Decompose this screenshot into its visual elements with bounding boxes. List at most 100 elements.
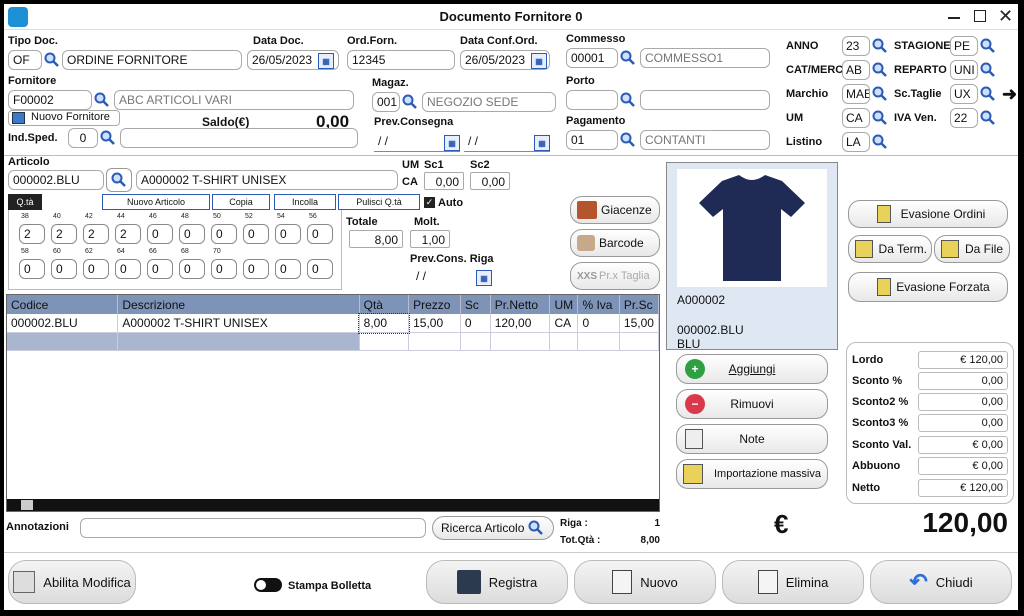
sconto2-value[interactable]: 0,00 [918, 393, 1008, 411]
table-cell[interactable] [577, 332, 620, 351]
size-qty-input[interactable]: 0 [179, 224, 205, 244]
calendar-icon[interactable]: ▦ [318, 53, 334, 69]
table-cell[interactable]: 000002.BLU [7, 314, 119, 333]
size-qty-input[interactable]: 0 [179, 259, 205, 279]
table-cell[interactable]: 15,00 [408, 314, 461, 333]
barcode-button[interactable]: Barcode [570, 229, 660, 257]
size-qty-input[interactable]: 0 [243, 259, 269, 279]
column-header[interactable]: UM [549, 295, 579, 314]
iva-ven-field[interactable]: 22 [950, 108, 978, 128]
search-icon[interactable] [870, 108, 890, 128]
column-header[interactable]: Qtà [359, 295, 410, 314]
abilita-modifica-button[interactable]: Abilita Modifica [8, 560, 136, 604]
elimina-button[interactable]: Elimina [722, 560, 864, 604]
column-header[interactable]: Codice [7, 295, 119, 314]
giacenze-button[interactable]: Giacenze [570, 196, 660, 224]
sc-taglie-field[interactable]: UX [950, 84, 978, 104]
search-icon[interactable] [618, 130, 638, 150]
search-icon[interactable] [400, 92, 420, 112]
maximize-icon[interactable] [974, 10, 986, 22]
column-header[interactable]: Prezzo [408, 295, 461, 314]
reparto-field[interactable]: UNI [950, 60, 978, 80]
table-cell[interactable]: 8,00 [358, 313, 410, 334]
arrow-left-icon[interactable]: ➜ [1002, 84, 1017, 105]
search-icon[interactable] [618, 90, 638, 110]
column-header[interactable]: Pr.Netto [490, 295, 551, 314]
ind-sped-desc[interactable] [120, 128, 358, 148]
size-qty-input[interactable]: 0 [115, 259, 141, 279]
table-cell[interactable] [7, 332, 119, 351]
search-icon[interactable] [978, 60, 998, 80]
calendar-icon[interactable]: ▦ [444, 135, 460, 151]
note-button[interactable]: Note [676, 424, 828, 454]
pagamento-desc[interactable]: CONTANTI [640, 130, 770, 150]
table-cell[interactable] [460, 332, 491, 351]
size-qty-input[interactable]: 0 [83, 259, 109, 279]
table-cell[interactable]: A000002 T-SHIRT UNISEX [117, 314, 360, 333]
auto-checkbox[interactable]: ✓ [424, 197, 435, 208]
size-qty-input[interactable]: 2 [83, 224, 109, 244]
search-icon[interactable] [870, 132, 890, 152]
porto-code[interactable] [566, 90, 618, 110]
size-qty-input[interactable]: 0 [275, 224, 301, 244]
column-header[interactable]: % Iva [577, 295, 620, 314]
evasione-ordini-button[interactable]: Evasione Ordini [848, 200, 1008, 228]
sc1-field[interactable]: 0,00 [424, 172, 464, 190]
search-icon[interactable] [978, 84, 998, 104]
search-icon[interactable] [106, 168, 132, 192]
sconto3-value[interactable]: 0,00 [918, 414, 1008, 432]
size-qty-input[interactable]: 0 [275, 259, 301, 279]
column-header[interactable]: Pr.Sc [619, 295, 659, 314]
tipo-doc-desc[interactable]: ORDINE FORNITORE [62, 50, 242, 70]
size-qty-input[interactable]: 0 [307, 224, 333, 244]
search-icon[interactable] [618, 48, 638, 68]
sconto-value[interactable]: 0,00 [918, 372, 1008, 390]
rimuovi-button[interactable]: − Rimuovi [676, 389, 828, 419]
copia-button[interactable]: Copia [212, 194, 270, 210]
table-cell[interactable] [549, 332, 579, 351]
table-cell[interactable]: 120,00 [490, 314, 551, 333]
search-icon[interactable] [978, 36, 998, 56]
size-qty-input[interactable]: 0 [147, 224, 173, 244]
size-qty-input[interactable]: 0 [243, 224, 269, 244]
porto-desc[interactable] [640, 90, 770, 110]
tab-qta[interactable]: Q.tà [8, 194, 42, 210]
incolla-button[interactable]: Incolla [274, 194, 336, 210]
size-qty-input[interactable]: 0 [211, 224, 237, 244]
registra-button[interactable]: Registra [426, 560, 568, 604]
size-qty-input[interactable]: 0 [211, 259, 237, 279]
size-qty-input[interactable]: 0 [307, 259, 333, 279]
size-qty-input[interactable]: 2 [19, 224, 45, 244]
magaz-code[interactable]: 001 [372, 92, 400, 112]
sconto-val-value[interactable]: € 0,00 [918, 436, 1008, 454]
size-qty-input[interactable]: 2 [115, 224, 141, 244]
column-header[interactable]: Sc [460, 295, 491, 314]
listino-field[interactable]: LA [842, 132, 870, 152]
table-row[interactable] [7, 332, 659, 351]
marchio-field[interactable]: MAE [842, 84, 870, 104]
search-icon[interactable] [870, 84, 890, 104]
nuovo-button[interactable]: Nuovo [574, 560, 716, 604]
abbuono-value[interactable]: € 0,00 [918, 457, 1008, 475]
horizontal-scrollbar[interactable] [7, 499, 659, 511]
da-file-button[interactable]: Da File [934, 235, 1010, 263]
close-icon[interactable]: ✕ [998, 6, 1013, 27]
ricerca-articolo-button[interactable]: Ricerca Articolo [432, 516, 554, 540]
um-field[interactable]: CA [842, 108, 870, 128]
search-icon[interactable] [978, 108, 998, 128]
search-icon[interactable] [870, 60, 890, 80]
table-cell[interactable]: 0 [460, 314, 491, 333]
table-cell[interactable] [408, 332, 461, 351]
molt-field[interactable]: 1,00 [410, 230, 450, 248]
size-qty-input[interactable]: 2 [51, 224, 77, 244]
evasione-forzata-button[interactable]: Evasione Forzata [848, 272, 1008, 302]
ord-forn-field[interactable]: 12345 [347, 50, 455, 70]
size-qty-input[interactable]: 0 [19, 259, 45, 279]
table-cell[interactable]: 15,00 [619, 314, 659, 333]
size-qty-input[interactable]: 0 [51, 259, 77, 279]
prev-cons-riga-field[interactable]: / / [412, 267, 482, 287]
importazione-massiva-button[interactable]: Importazione massiva [676, 459, 828, 489]
sc2-field[interactable]: 0,00 [470, 172, 510, 190]
search-icon[interactable] [98, 128, 118, 148]
calendar-icon[interactable]: ▦ [534, 135, 550, 151]
